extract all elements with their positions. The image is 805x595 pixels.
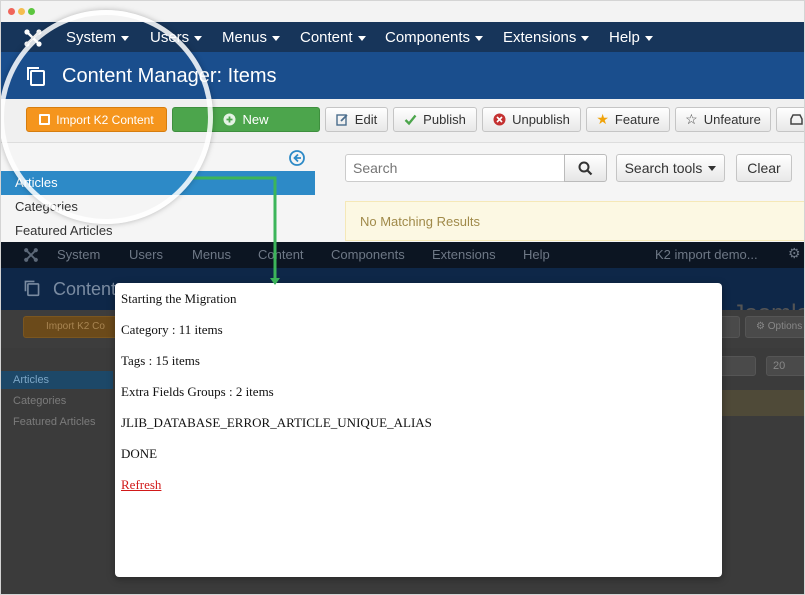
no-results-alert: No Matching Results — [345, 201, 804, 241]
close-dot[interactable] — [8, 8, 15, 15]
import-icon — [39, 114, 51, 125]
modal-line-start: Starting the Migration — [121, 291, 237, 306]
sidebar-item-categories[interactable]: Categories — [1, 195, 315, 219]
search-input[interactable] — [345, 154, 565, 182]
maximize-dot[interactable] — [28, 8, 35, 15]
modal-line-done: DONE — [121, 446, 158, 461]
modal-line-tags: Tags : 15 items — [121, 353, 200, 368]
dark-sidebar-item-categories: Categories — [13, 395, 67, 407]
refresh-link[interactable]: Refresh — [121, 477, 161, 493]
modal-line-extra-fields: Extra Fields Groups : 2 items — [121, 384, 274, 399]
search-icon — [578, 161, 593, 175]
nav-extensions[interactable]: Extensions — [503, 29, 590, 46]
dark-nav-users: Users — [129, 247, 163, 262]
title-bar — [1, 1, 804, 22]
modal-line-category: Category : 11 items — [121, 322, 223, 337]
dark-options-button: ⚙ Options — [745, 316, 804, 338]
dark-sidebar-item-articles: Articles — [1, 371, 113, 389]
plus-circle-icon — [223, 113, 236, 126]
nav-help[interactable]: Help — [609, 29, 653, 46]
toolbar: Import K2 Content New Edit Publish Unpub… — [1, 99, 804, 143]
caret-down-icon — [357, 35, 366, 41]
search-tools-button[interactable]: Search tools — [616, 154, 725, 182]
main-navbar: System Users Menus Content Components Ex… — [1, 22, 804, 52]
feature-button[interactable]: ★ Feature — [586, 107, 670, 132]
dark-nav-system: System — [57, 247, 101, 262]
dark-nav-components: Components — [331, 247, 405, 262]
caret-down-icon — [272, 35, 281, 41]
gear-icon: ⚙ — [756, 321, 768, 332]
sidebar-item-articles[interactable]: Articles — [1, 171, 315, 195]
dark-limit-select: 20 — [766, 356, 804, 376]
dark-navbar: System Users Menus Content Components Ex… — [1, 242, 804, 268]
caret-down-icon — [581, 35, 590, 41]
copy-icon — [24, 280, 40, 297]
modal-line-error: JLIB_DATABASE_ERROR_ARTICLE_UNIQUE_ALIAS — [121, 415, 432, 430]
dark-site-link: K2 import demo... — [655, 247, 758, 262]
migration-modal: Starting the Migration Category : 11 ite… — [115, 283, 722, 577]
archive-icon — [789, 114, 803, 125]
dark-nav-extensions: Extensions — [432, 247, 496, 262]
unpublish-button[interactable]: Unpublish — [482, 107, 581, 132]
dark-nav-content: Content — [258, 247, 304, 262]
joomla-icon[interactable] — [23, 28, 43, 48]
minimize-dot[interactable] — [18, 8, 25, 15]
caret-down-icon — [708, 165, 717, 171]
caret-down-icon — [121, 35, 130, 41]
page-header: Content Manager: Items — [1, 52, 804, 99]
caret-down-icon — [644, 35, 653, 41]
star-outline-icon: ☆ — [685, 111, 698, 127]
import-k2-button[interactable]: Import K2 Content — [26, 107, 167, 132]
nav-components[interactable]: Components — [385, 29, 484, 46]
edit-button[interactable]: Edit — [325, 107, 388, 132]
publish-button[interactable]: Publish — [393, 107, 477, 132]
nav-system[interactable]: System — [66, 29, 130, 46]
x-circle-icon — [493, 113, 506, 126]
check-icon — [404, 114, 417, 126]
nav-users[interactable]: Users — [150, 29, 203, 46]
joomla-icon — [24, 248, 38, 262]
gear-icon: ⚙ — [788, 245, 801, 261]
new-button[interactable]: New — [172, 107, 320, 132]
dark-sidebar-item-featured-articles: Featured Articles — [13, 416, 96, 428]
clear-button[interactable]: Clear — [736, 154, 792, 182]
archive-button[interactable] — [776, 107, 804, 132]
page-title: Content Manager: Items — [62, 65, 277, 87]
unfeature-button[interactable]: ☆ Unfeature — [675, 107, 771, 132]
search-button[interactable] — [564, 154, 607, 182]
dark-filter-select — [716, 356, 756, 376]
copy-icon — [27, 67, 45, 86]
dark-nav-menus: Menus — [192, 247, 232, 262]
edit-icon — [336, 114, 348, 126]
dark-alert — [716, 390, 804, 416]
caret-down-icon — [475, 35, 484, 41]
caret-down-icon — [194, 35, 203, 41]
dark-page-title: Content — [53, 279, 117, 299]
nav-content[interactable]: Content — [300, 29, 366, 46]
sidebar-item-featured-articles[interactable]: Featured Articles — [1, 219, 315, 243]
circle-arrow-left-icon[interactable] — [289, 150, 305, 166]
star-icon: ★ — [596, 111, 609, 127]
dark-import-button: Import K2 Co — [23, 316, 123, 338]
app-window: System Users Menus Content Components Ex… — [0, 0, 805, 595]
dark-nav-help: Help — [523, 247, 550, 262]
nav-menus[interactable]: Menus — [222, 29, 281, 46]
